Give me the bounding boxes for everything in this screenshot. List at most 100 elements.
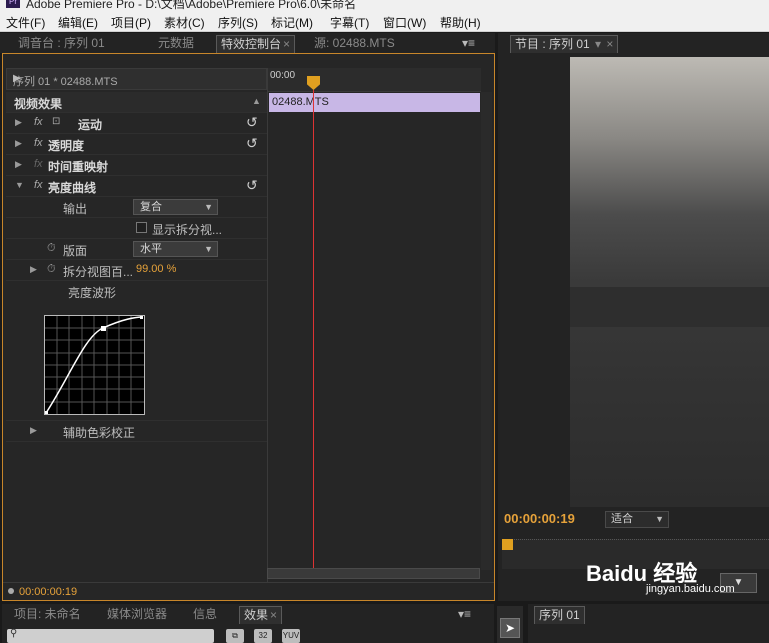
- yuv-label: YUV: [282, 631, 300, 640]
- menu-bar: 文件(F) 编辑(E) 项目(P) 素材(C) 序列(S) 标记(M) 字幕(T…: [0, 10, 769, 32]
- close-icon[interactable]: ×: [283, 37, 290, 51]
- tab-media-browser[interactable]: 媒体浏览器: [103, 606, 171, 624]
- tab-project-label: 项目: 未命名: [14, 607, 81, 621]
- tab-program-label: 节目 : 序列 01: [515, 37, 590, 51]
- time-dot-icon: [8, 588, 14, 594]
- title-bar: Pr Adobe Premiere Pro - D:\文档\Adobe\Prem…: [0, 0, 769, 10]
- layout-select[interactable]: 水平 ▼: [133, 241, 218, 257]
- param-label: 辅助色彩校正: [63, 426, 136, 440]
- tab-project[interactable]: 项目: 未命名: [10, 606, 85, 624]
- menu-marker[interactable]: 标记(M): [271, 14, 313, 31]
- close-icon[interactable]: ×: [603, 37, 613, 51]
- window-title: Adobe Premiere Pro - D:\文档\Adobe\Premier…: [26, 0, 357, 10]
- chevron-down-icon[interactable]: ▾: [592, 37, 601, 51]
- menu-project[interactable]: 项目(P): [111, 14, 151, 31]
- menu-help[interactable]: 帮助(H): [440, 14, 481, 31]
- effect-name: 透明度: [48, 139, 85, 153]
- fx-icon[interactable]: fx: [34, 137, 43, 149]
- tab-source[interactable]: 源: 02488.MTS: [310, 35, 399, 53]
- param-row-show-split: 显示拆分视...: [6, 218, 267, 239]
- sequence-panel: 序列 01: [528, 604, 769, 643]
- tab-info-label: 信息: [193, 607, 218, 621]
- video-effects-section: 视频效果 ▲: [6, 92, 267, 113]
- reset-icon[interactable]: ↺: [246, 135, 258, 152]
- panel-menu-icon[interactable]: ▾≡: [458, 35, 479, 53]
- effects-search-row: ⚲ ⧉ 32 YUV: [2, 626, 494, 643]
- tab-sequence[interactable]: 序列 01: [534, 606, 585, 624]
- stopwatch-icon[interactable]: ⏱: [47, 242, 56, 255]
- horizontal-scrollbar[interactable]: [267, 568, 480, 579]
- tab-sequence-label: 序列 01: [539, 608, 580, 622]
- expand-triangle-icon[interactable]: ▶: [30, 425, 37, 436]
- fx-icon[interactable]: fx: [34, 116, 43, 128]
- expand-triangle-icon[interactable]: ▶: [30, 264, 37, 275]
- expand-triangle-icon[interactable]: ▶: [15, 159, 22, 170]
- param-row-split-percent: ▶ ⏱ 拆分视图百... 99.00 %: [6, 260, 267, 281]
- param-row-output: 输出 复合 ▼: [6, 197, 267, 218]
- chevron-down-icon: ▼: [204, 202, 213, 212]
- menu-title[interactable]: 字幕(T): [330, 14, 369, 31]
- playhead-line[interactable]: [313, 90, 314, 570]
- menu-sequence[interactable]: 序列(S): [218, 14, 258, 31]
- effect-row-motion[interactable]: ▶ fx ⊡ 运动 ↺: [6, 113, 267, 134]
- param-label: 拆分视图百...: [63, 265, 134, 279]
- expand-triangle-icon[interactable]: ▶: [15, 138, 22, 149]
- collapse-triangle-icon[interactable]: ▼: [15, 180, 24, 190]
- reset-icon[interactable]: ↺: [246, 177, 258, 194]
- search-icon: ⚲: [10, 628, 18, 639]
- tab-effect-controls-label: 特效控制台: [221, 37, 282, 51]
- effect-row-time-remap[interactable]: ▶ fx 时间重映射: [6, 155, 267, 176]
- video-preview[interactable]: [570, 57, 769, 507]
- param-label: 输出: [63, 202, 88, 216]
- tab-info[interactable]: 信息: [189, 606, 221, 624]
- param-label: 亮度波形: [68, 286, 117, 300]
- layout-select-value: 水平: [140, 243, 162, 255]
- expand-triangle-icon[interactable]: ▶: [15, 117, 22, 128]
- menu-window[interactable]: 窗口(W): [383, 14, 426, 31]
- effect-controls-timeline: 00:00 02488.MTS: [267, 68, 481, 582]
- program-timecode[interactable]: 00:00:00:19: [504, 511, 575, 526]
- tab-effect-controls[interactable]: 特效控制台 ×: [216, 35, 296, 53]
- effect-name: 时间重映射: [48, 160, 109, 174]
- clip-bar[interactable]: 02488.MTS: [269, 93, 480, 112]
- effect-row-secondary-color[interactable]: ▶ 辅助色彩校正: [6, 421, 267, 442]
- menu-edit[interactable]: 编辑(E): [58, 14, 98, 31]
- transform-box-icon[interactable]: ⊡: [52, 116, 60, 127]
- stopwatch-icon[interactable]: ⏱: [47, 263, 56, 276]
- tab-media-browser-label: 媒体浏览器: [107, 607, 168, 621]
- vertical-scrollbar[interactable]: [481, 92, 492, 570]
- current-timecode[interactable]: 00:00:00:19: [19, 586, 77, 598]
- selection-tool-icon[interactable]: ➤: [500, 618, 520, 638]
- param-label: 显示拆分视...: [152, 223, 223, 237]
- tab-effects[interactable]: 效果 ×: [239, 606, 283, 624]
- program-tabs: 节目 : 序列 01 ▾ ×: [498, 33, 769, 53]
- section-label: 视频效果: [14, 97, 63, 111]
- output-select[interactable]: 复合 ▼: [133, 199, 218, 215]
- menu-clip[interactable]: 素材(C): [164, 14, 205, 31]
- tab-audio-mixer[interactable]: 调音台 : 序列 01: [14, 35, 109, 53]
- yuv-effects-icon[interactable]: YUV: [282, 629, 300, 643]
- split-percent-value[interactable]: 99.00 %: [136, 263, 176, 275]
- play-arrow-icon[interactable]: ▶: [13, 73, 260, 84]
- program-playhead[interactable]: [502, 539, 513, 550]
- time-ruler[interactable]: 00:00: [268, 68, 481, 92]
- fit-select[interactable]: 适合 ▼: [605, 511, 669, 528]
- panel-menu-icon[interactable]: ▾≡: [454, 606, 475, 624]
- luma-curve-graph[interactable]: [44, 315, 145, 415]
- accelerated-effects-icon[interactable]: ⧉: [226, 629, 244, 643]
- 32bit-effects-icon[interactable]: 32: [254, 629, 272, 643]
- effect-row-opacity[interactable]: ▶ fx 透明度 ↺: [6, 134, 267, 155]
- video-shadow-band: [570, 287, 769, 327]
- menu-file[interactable]: 文件(F): [6, 14, 45, 31]
- tab-program[interactable]: 节目 : 序列 01 ▾ ×: [510, 35, 619, 53]
- effects-search-input[interactable]: ⚲: [7, 628, 214, 643]
- tab-metadata[interactable]: 元数据: [154, 35, 198, 53]
- reset-icon[interactable]: ↺: [246, 114, 258, 131]
- collapse-up-icon[interactable]: ▲: [252, 96, 261, 106]
- close-icon[interactable]: ×: [270, 608, 277, 622]
- effect-row-luma-curve[interactable]: ▼ fx 亮度曲线 ↺: [6, 176, 267, 197]
- show-split-checkbox[interactable]: [136, 222, 147, 233]
- premiere-logo-icon: Pr: [6, 0, 20, 8]
- fx-icon[interactable]: fx: [34, 179, 43, 191]
- param-label: 版面: [63, 244, 88, 258]
